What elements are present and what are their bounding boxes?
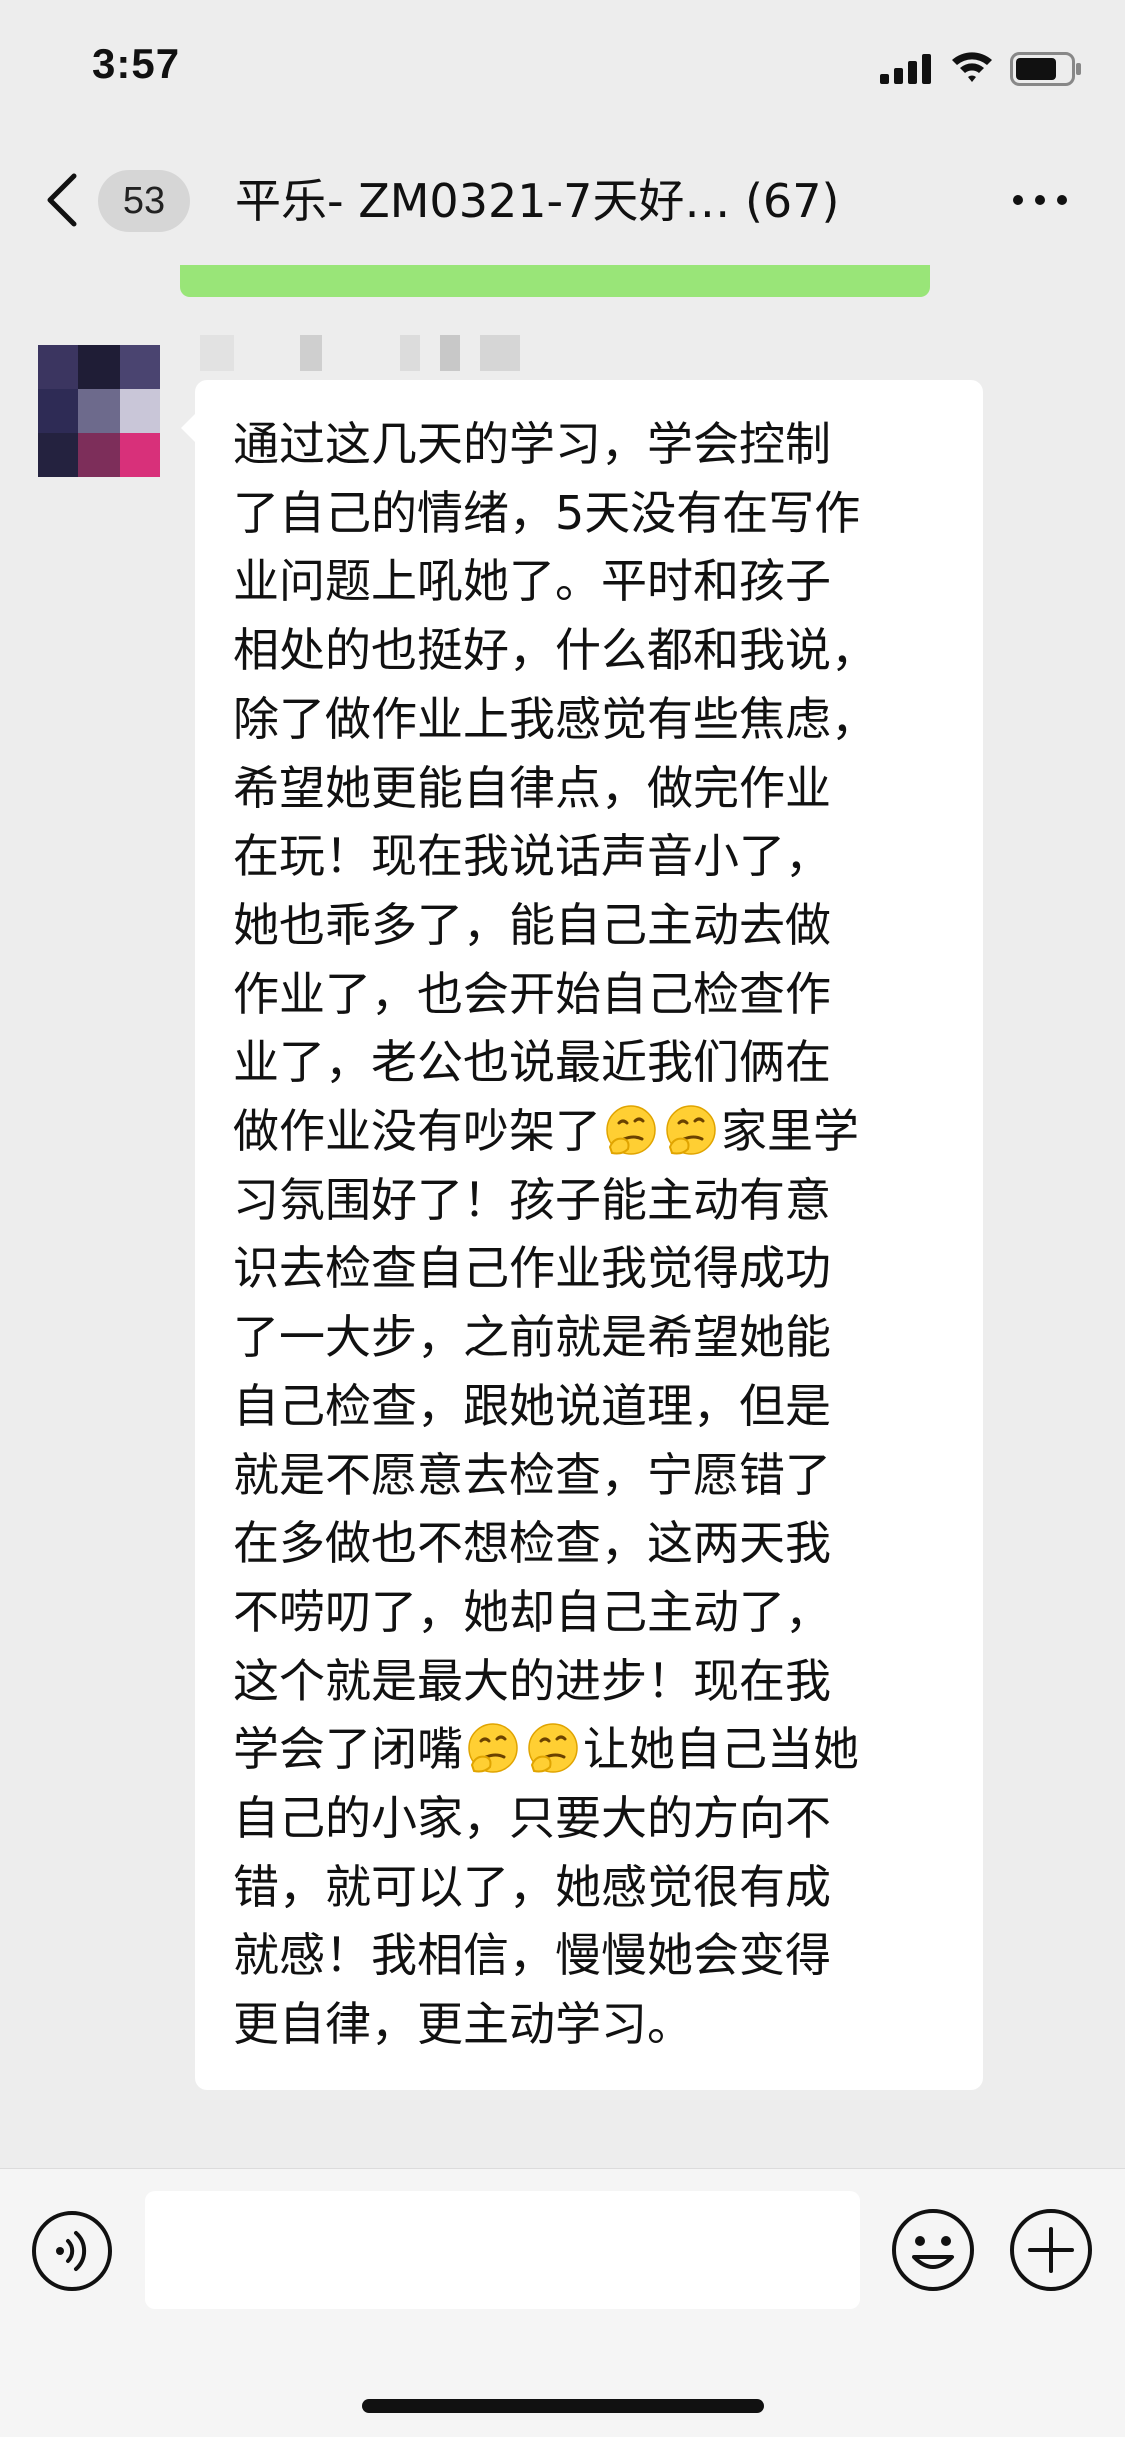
cellular-signal-icon	[880, 54, 931, 84]
message-line: 识去检查自己作业我觉得成功	[233, 1234, 945, 1303]
thinking-face-emoji	[606, 1105, 656, 1155]
message-text: 就是不愿意去检查，宁愿错了	[233, 1447, 831, 1502]
message-line: 作业了，也会开始自己检查作	[233, 960, 945, 1029]
message-line: 通过这几天的学习，学会控制	[233, 410, 945, 479]
message-text: 业问题上吼她了。平时和孩子	[233, 554, 831, 609]
message-line: 了一大步，之前就是希望她能	[233, 1303, 945, 1372]
message-line: 不唠叨了，她却自己主动了，	[233, 1578, 945, 1647]
message-text: 自己的小家，只要大的方向不	[233, 1791, 831, 1846]
message-line: 自己的小家，只要大的方向不	[233, 1784, 945, 1853]
message-line: 在多做也不想检查，这两天我	[233, 1509, 945, 1578]
pinned-banner-strip	[180, 265, 930, 297]
message-text: 让她自己当她	[583, 1722, 859, 1777]
chat-header: 53 平乐- ZM0321-7天好… (67)	[0, 140, 1125, 265]
message-line: 业问题上吼她了。平时和孩子	[233, 547, 945, 616]
message-text: 就感！我相信，慢慢她会变得	[233, 1928, 831, 1983]
message-bubble[interactable]: 通过这几天的学习，学会控制 了自己的情绪，5天没有在写作 业问题上吼她了。平时和孩子…	[181, 380, 983, 2090]
message-text: 业了，老公也说最近我们俩在	[233, 1035, 831, 1090]
message-text: 除了做作业上我感觉有些焦虑，	[233, 691, 877, 746]
status-time: 3:57	[92, 40, 181, 87]
message-text: 家里学	[721, 1104, 859, 1159]
thinking-face-emoji	[528, 1723, 578, 1774]
thinking-face-emoji	[666, 1105, 716, 1155]
message-line: 习氛围好了！孩子能主动有意	[233, 1166, 945, 1235]
message-text: 作业了，也会开始自己检查作	[233, 966, 831, 1021]
battery-icon	[1010, 52, 1081, 86]
message-line: 在玩！现在我说话声音小了，	[233, 822, 945, 891]
message-text: 希望她更能自律点，做完作业	[233, 760, 831, 815]
message-line: 这个就是最大的进步！现在我	[233, 1647, 945, 1716]
message-line: 学会了闭嘴 让她自己当她	[233, 1715, 945, 1784]
input-bar	[0, 2168, 1125, 2437]
message-line: 相处的也挺好，什么都和我说，	[233, 616, 945, 685]
unread-count-badge[interactable]: 53	[98, 170, 190, 232]
message-line: 自己检查，跟她说道理，但是	[233, 1372, 945, 1441]
message-line: 她也乖多了，能自己主动去做	[233, 891, 945, 960]
voice-input-icon[interactable]	[30, 2209, 114, 2293]
emoji-icon[interactable]	[890, 2207, 976, 2293]
avatar[interactable]	[38, 345, 160, 477]
thinking-face-emoji	[468, 1723, 518, 1774]
more-options-icon[interactable]	[1010, 188, 1070, 212]
wifi-icon	[952, 52, 992, 82]
message-text: 错，就可以了，她感觉很有成	[233, 1859, 831, 1914]
back-arrow-icon[interactable]	[42, 170, 82, 230]
message-line: 业了，老公也说最近我们俩在	[233, 1028, 945, 1097]
message-text: 自己检查，跟她说道理，但是	[233, 1378, 831, 1433]
message-line: 除了做作业上我感觉有些焦虑，	[233, 685, 945, 754]
message-input[interactable]	[145, 2191, 860, 2309]
plus-icon[interactable]	[1008, 2207, 1094, 2293]
message-text: 不唠叨了，她却自己主动了，	[233, 1584, 831, 1639]
status-bar: 3:57	[0, 0, 1125, 140]
message-text: 在多做也不想检查，这两天我	[233, 1516, 831, 1571]
message-text: 相处的也挺好，什么都和我说，	[233, 623, 877, 678]
message-line: 了自己的情绪，5天没有在写作	[233, 479, 945, 548]
message-text: 学会了闭嘴	[233, 1722, 463, 1777]
message-line: 更自律，更主动学习。	[233, 1990, 945, 2059]
message-text: 她也乖多了，能自己主动去做	[233, 897, 831, 952]
message-line: 错，就可以了，她感觉很有成	[233, 1853, 945, 1922]
message-text: 做作业没有吵架了	[233, 1104, 601, 1159]
message-line: 就是不愿意去检查，宁愿错了	[233, 1441, 945, 1510]
message-text: 识去检查自己作业我觉得成功	[233, 1241, 831, 1296]
message-text: 了自己的情绪，5天没有在写作	[233, 485, 861, 540]
message-text: 这个就是最大的进步！现在我	[233, 1653, 831, 1708]
sender-name-blurred	[200, 335, 530, 385]
message-line: 希望她更能自律点，做完作业	[233, 754, 945, 823]
message-text: 了一大步，之前就是希望她能	[233, 1310, 831, 1365]
message-line: 做作业没有吵架了 家里学	[233, 1097, 945, 1166]
message-text: 在玩！现在我说话声音小了，	[233, 829, 831, 884]
message-text: 更自律，更主动学习。	[233, 1997, 693, 2052]
message-text: 通过这几天的学习，学会控制	[233, 417, 831, 471]
home-indicator	[362, 2399, 764, 2413]
message-text: 习氛围好了！孩子能主动有意	[233, 1172, 831, 1227]
chat-title: 平乐- ZM0321-7天好… (67)	[235, 174, 840, 228]
message-line: 就感！我相信，慢慢她会变得	[233, 1921, 945, 1990]
